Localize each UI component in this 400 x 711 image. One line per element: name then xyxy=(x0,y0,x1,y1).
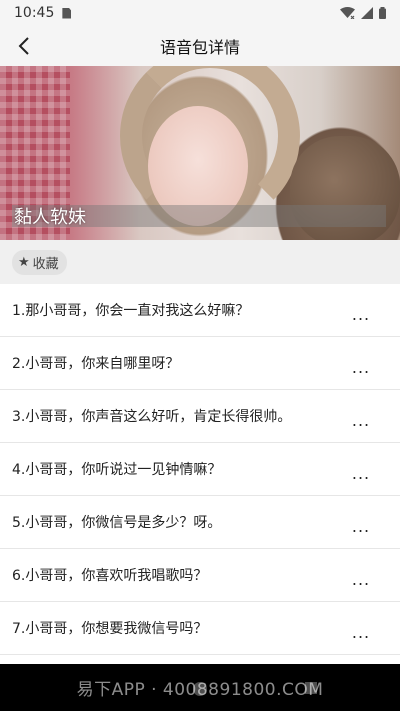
list-item-text: 1.那小哥哥，你会一直对我这么好嘛？ xyxy=(12,303,250,319)
list-item[interactable]: 1.那小哥哥，你会一直对我这么好嘛？ ... xyxy=(0,284,400,337)
page-title: 语音包详情 xyxy=(159,38,240,57)
favorite-label: 收藏 xyxy=(32,256,59,272)
more-options-icon[interactable]: ... xyxy=(346,509,376,536)
status-bar: 10:45 xyxy=(0,0,400,26)
list-item[interactable]: 2.小哥哥，你来自哪里呀？ ... xyxy=(0,337,400,390)
list-item-text: 7.小哥哥，你想要我微信号吗？ xyxy=(12,621,208,637)
status-time: 10:45 xyxy=(14,5,55,21)
list-item-text: 6.小哥哥，你喜欢听我唱歌吗？ xyxy=(12,568,208,584)
favorite-button[interactable]: ★ 收藏 xyxy=(12,249,67,275)
more-options-icon[interactable]: ... xyxy=(346,562,376,589)
home-icon[interactable] xyxy=(193,682,207,696)
list-item-text: 5.小哥哥，你微信号是多少？呀。 xyxy=(12,515,222,531)
back-button[interactable] xyxy=(8,30,40,62)
voice-pack-cover: 黏人软妹 xyxy=(0,66,400,240)
list-item[interactable]: 4.小哥哥，你听说过一见钟情嘛？ ... xyxy=(0,443,400,496)
more-options-icon[interactable]: ... xyxy=(346,615,376,642)
system-nav-bar: 易下APP · 4008891800.COM xyxy=(0,664,400,711)
voice-pack-name: 黏人软妹 xyxy=(14,207,86,228)
list-item[interactable]: 5.小哥哥，你微信号是多少？呀。 ... xyxy=(0,496,400,549)
voice-list: 1.那小哥哥，你会一直对我这么好嘛？ ... 2.小哥哥，你来自哪里呀？ ...… xyxy=(0,284,400,655)
list-item[interactable]: 3.小哥哥，你声音这么好听，肯定长得很帅。 ... xyxy=(0,390,400,443)
voice-pack-name-banner: 黏人软妹 xyxy=(12,205,386,228)
list-item[interactable]: 7.小哥哥，你想要我微信号吗？ ... xyxy=(0,602,400,655)
battery-icon xyxy=(379,7,386,19)
signal-icon xyxy=(361,7,373,19)
list-item-text: 2.小哥哥，你来自哪里呀？ xyxy=(12,356,180,372)
list-item-text: 4.小哥哥，你听说过一见钟情嘛？ xyxy=(12,462,222,478)
star-icon: ★ xyxy=(18,254,30,270)
chevron-left-icon xyxy=(18,37,29,55)
wifi-icon xyxy=(340,7,355,19)
more-options-icon[interactable]: ... xyxy=(346,403,376,430)
favorite-bar: ★ 收藏 xyxy=(0,240,400,284)
more-options-icon[interactable]: ... xyxy=(346,350,376,377)
list-item-text: 3.小哥哥，你声音这么好听，肯定长得很帅。 xyxy=(12,409,292,425)
recent-apps-icon[interactable] xyxy=(305,682,317,694)
more-options-icon[interactable]: ... xyxy=(346,297,376,324)
title-bar: 语音包详情 xyxy=(0,26,400,66)
more-options-icon[interactable]: ... xyxy=(346,456,376,483)
sim-card-icon xyxy=(62,7,72,19)
list-item[interactable]: 6.小哥哥，你喜欢听我唱歌吗？ ... xyxy=(0,549,400,602)
status-icons xyxy=(340,7,386,19)
